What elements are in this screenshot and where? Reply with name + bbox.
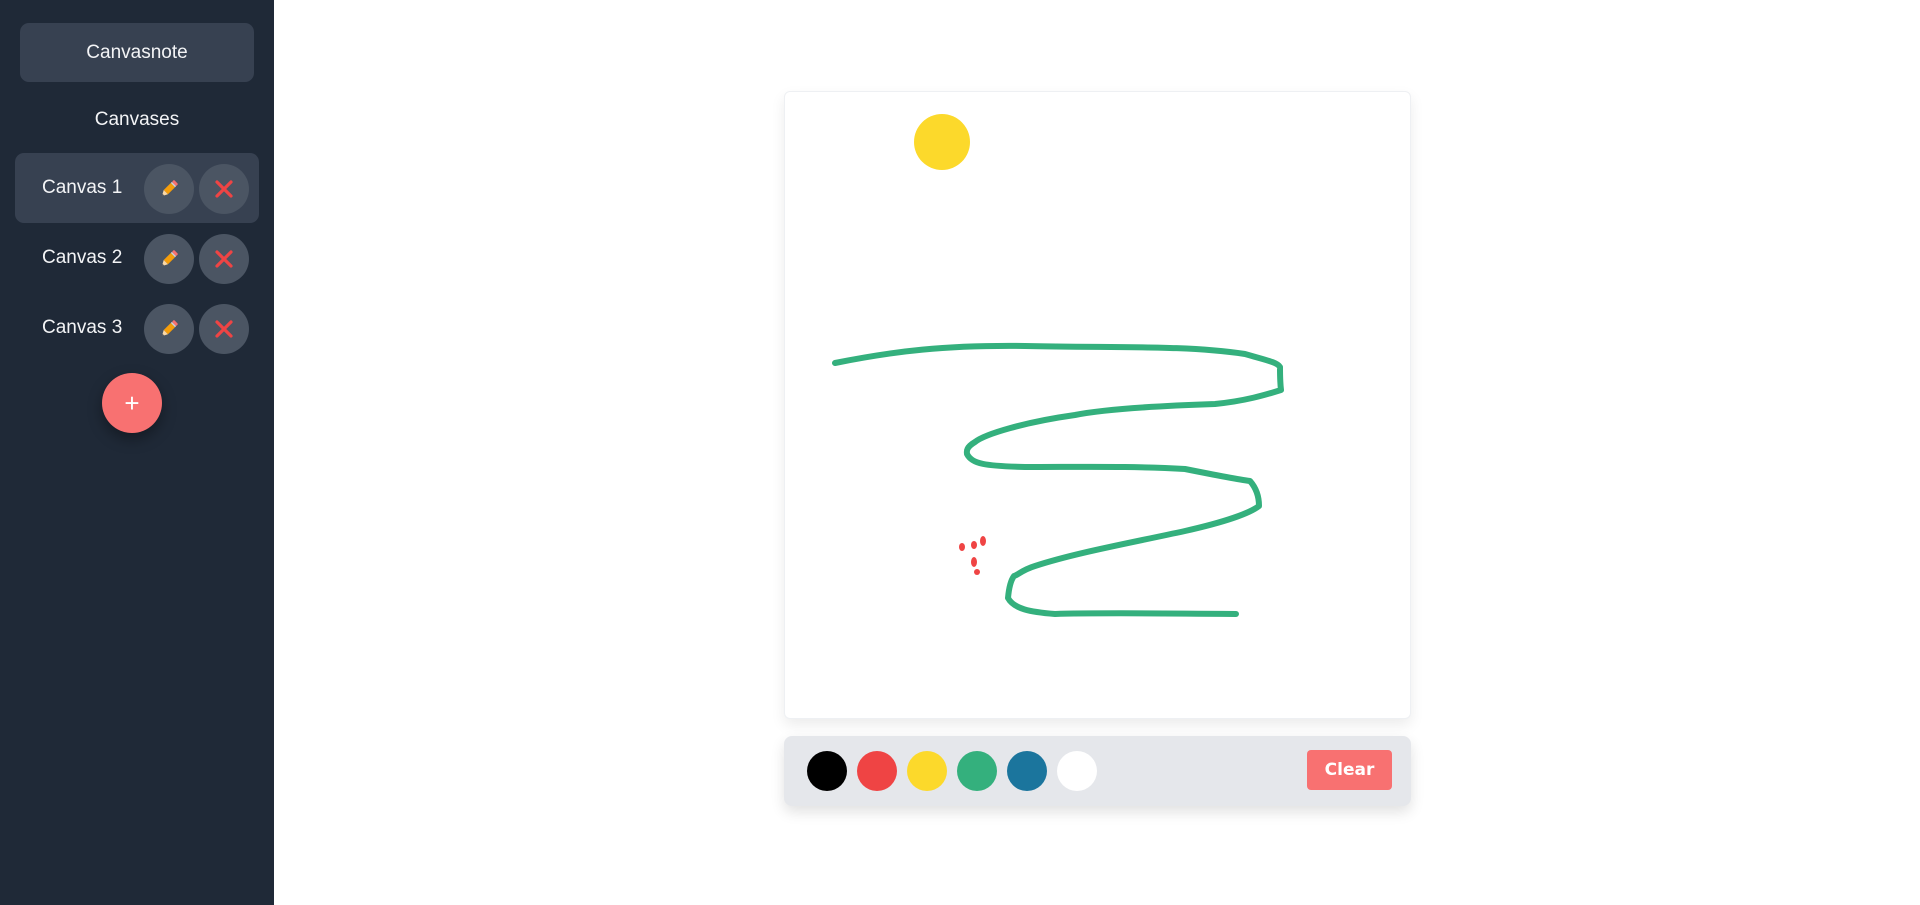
delete-button[interactable]	[199, 304, 249, 354]
close-icon	[215, 320, 233, 338]
canvas-item-label: Canvas 3	[42, 317, 123, 338]
color-swatch-white[interactable]	[1057, 751, 1097, 791]
section-title: Canvases	[94, 109, 180, 130]
pencil-icon	[161, 250, 178, 267]
red-dot	[959, 543, 965, 551]
canvas-item-2[interactable]: Canvas 2	[15, 223, 259, 293]
color-swatch-yellow[interactable]	[907, 751, 947, 791]
app-title[interactable]: Canvasnote	[20, 23, 254, 82]
green-stroke	[832, 342, 1284, 617]
color-swatch-blue[interactable]	[1007, 751, 1047, 791]
sidebar: Canvasnote Canvases Canvas 1 Canvas 2 Ca…	[0, 0, 274, 905]
pencil-icon	[161, 180, 178, 197]
color-swatch-red[interactable]	[857, 751, 897, 791]
edit-button[interactable]	[144, 304, 194, 354]
canvas-item-1[interactable]: Canvas 1	[15, 153, 259, 223]
edit-button[interactable]	[144, 164, 194, 214]
red-dot	[980, 536, 986, 546]
add-canvas-button[interactable]: +	[102, 373, 162, 433]
close-icon	[215, 250, 233, 268]
delete-button[interactable]	[199, 234, 249, 284]
drawing-canvas[interactable]	[784, 91, 1411, 719]
canvas-item-3[interactable]: Canvas 3	[15, 293, 259, 363]
color-palette	[807, 751, 1097, 791]
toolbar: Clear	[784, 736, 1411, 806]
color-swatch-green[interactable]	[957, 751, 997, 791]
canvas-item-label: Canvas 1	[42, 177, 123, 198]
red-dot	[971, 557, 977, 567]
canvas-list: Canvas 1 Canvas 2 Canvas 3	[15, 153, 259, 363]
close-icon	[215, 180, 233, 198]
delete-button[interactable]	[199, 164, 249, 214]
pencil-icon	[161, 320, 178, 337]
edit-button[interactable]	[144, 234, 194, 284]
red-dot	[971, 541, 977, 549]
clear-button[interactable]: Clear	[1307, 750, 1392, 790]
drawing-surface	[832, 114, 1284, 617]
red-dot	[974, 569, 980, 575]
yellow-blob	[914, 114, 970, 170]
canvas-item-label: Canvas 2	[42, 247, 123, 268]
color-swatch-black[interactable]	[807, 751, 847, 791]
